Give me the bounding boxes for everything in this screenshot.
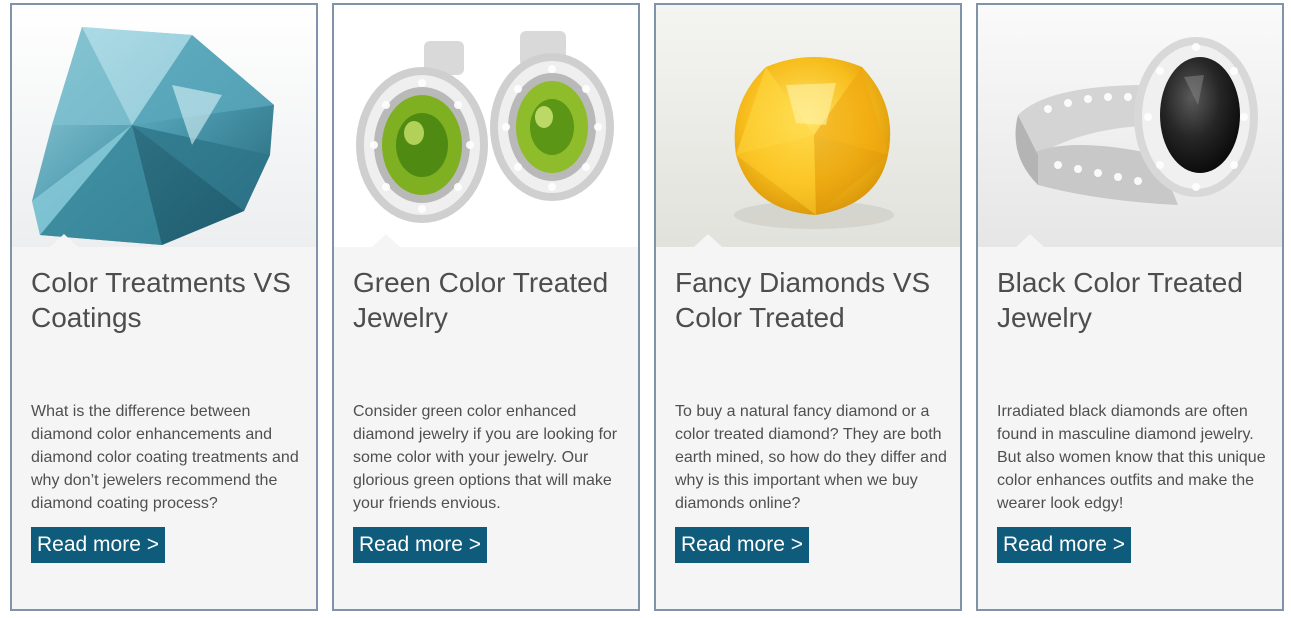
card-title[interactable]: Fancy Diamonds VS Color Treated (675, 265, 955, 335)
blue-pear-diamond-icon[interactable] (12, 5, 316, 247)
card-description: Irradiated black diamonds are often foun… (997, 403, 1266, 512)
article-card-black-jewelry: Black Color Treated Jewelry Irradiated b… (976, 3, 1284, 611)
card-title[interactable]: Color Treatments VS Coatings (31, 265, 311, 335)
card-description: To buy a natural fancy diamond or a colo… (675, 403, 947, 512)
card-notch (1016, 234, 1044, 247)
article-card-color-treatments: Color Treatments VS Coatings What is the… (10, 3, 318, 611)
card-description: Consider green color enhanced diamond je… (353, 403, 618, 512)
card-description: What is the difference between diamond c… (31, 403, 299, 512)
card-notch (694, 234, 722, 247)
green-diamond-earrings-icon[interactable] (334, 5, 638, 247)
read-more-button[interactable]: Read more > (31, 527, 165, 563)
card-title[interactable]: Green Color Treated Jewelry (353, 265, 633, 335)
article-card-green-jewelry: Green Color Treated Jewelry Consider gre… (332, 3, 640, 611)
read-more-button[interactable]: Read more > (997, 527, 1131, 563)
read-more-button[interactable]: Read more > (353, 527, 487, 563)
yellow-cushion-diamond-icon[interactable] (656, 5, 960, 247)
read-more-button[interactable]: Read more > (675, 527, 809, 563)
card-notch (372, 234, 400, 247)
card-notch (50, 234, 78, 247)
black-diamond-ring-icon[interactable] (978, 5, 1282, 247)
article-card-fancy-diamonds: Fancy Diamonds VS Color Treated To buy a… (654, 3, 962, 611)
card-title[interactable]: Black Color Treated Jewelry (997, 265, 1277, 335)
